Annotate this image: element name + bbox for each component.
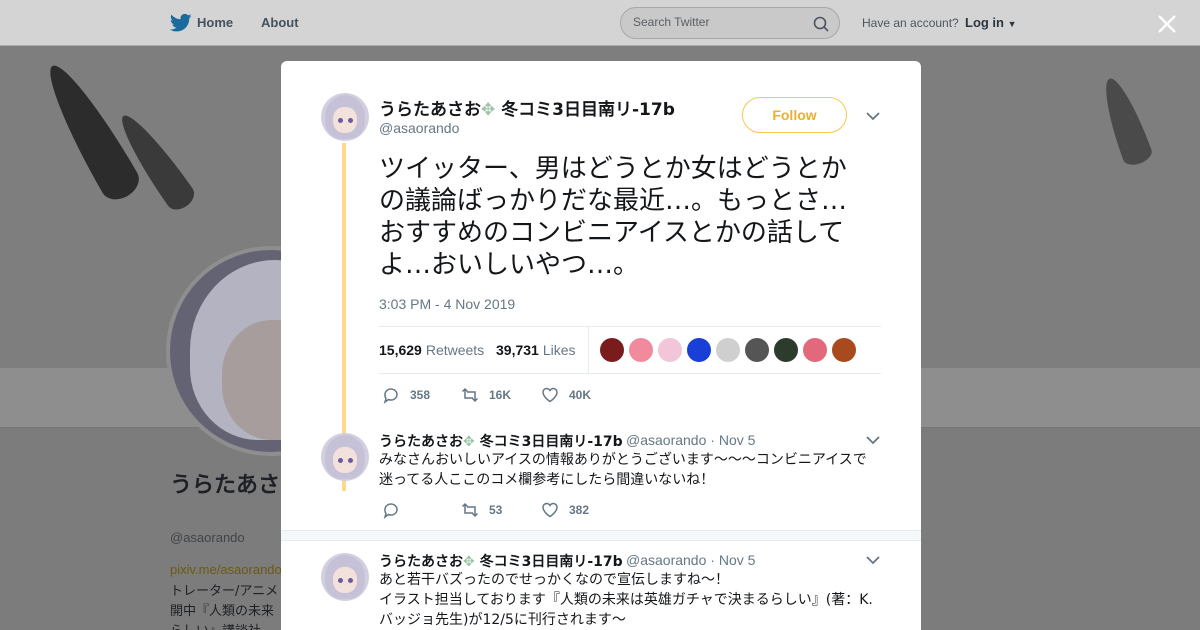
tweet-stats: 15,629 Retweets 39,731 Likes <box>379 326 881 374</box>
retweet-count[interactable]: 53 <box>489 503 502 517</box>
nav-home-link[interactable]: Home <box>197 15 233 30</box>
liker-avatar[interactable] <box>716 338 740 362</box>
likes-stat[interactable]: 39,731 Likes <box>496 342 576 358</box>
reply-meta: @asaorando · Nov 5 <box>626 552 755 568</box>
liker-avatar[interactable] <box>803 338 827 362</box>
reply-author-name-suffix[interactable]: 冬コミ3日目南リ-17b <box>480 434 623 450</box>
avatar-eye <box>348 118 353 123</box>
retweet-count[interactable]: 16K <box>489 388 511 402</box>
search-icon[interactable] <box>813 16 829 32</box>
tweet-timestamp[interactable]: 3:03 PM - 4 Nov 2019 <box>379 296 515 312</box>
avatar-eye <box>338 118 343 123</box>
reply-action[interactable]: 358 <box>382 386 430 404</box>
avatar-eye <box>348 458 353 463</box>
reply-author-name-suffix[interactable]: 冬コミ3日目南リ-17b <box>480 554 623 570</box>
login-link[interactable]: Log in ▼ <box>965 15 1017 30</box>
chevron-down-icon[interactable] <box>866 435 880 445</box>
liker-avatar[interactable] <box>745 338 769 362</box>
retweet-icon[interactable] <box>461 501 479 519</box>
like-action[interactable]: 40K <box>541 386 591 404</box>
author-avatar[interactable] <box>321 93 369 141</box>
liker-avatar[interactable] <box>687 338 711 362</box>
reply-author-name-text[interactable]: うらたあさお <box>379 434 463 450</box>
likes-label[interactable]: Likes <box>543 342 576 358</box>
tweet-text: ツイッター、男はどうとか女はどうとかの議論ばっかりだな最近…。もっとさ…おすすめ… <box>379 154 848 280</box>
retweets-stat[interactable]: 15,629 Retweets <box>379 342 484 358</box>
like-count[interactable]: 382 <box>569 503 589 517</box>
heart-icon[interactable] <box>541 386 559 404</box>
retweets-count[interactable]: 15,629 <box>379 342 422 358</box>
reply-date[interactable]: · Nov 5 <box>710 552 755 568</box>
profile-bio: トレーター/アニメ 開中『人類の未来 らしい』講談社 <box>170 584 279 630</box>
reply-text: みなさんおいしいアイスの情報ありがとうございます～～～コンビニアイスで迷ってる人… <box>379 452 867 488</box>
reply-icon[interactable] <box>382 386 400 404</box>
reply-author-name-text[interactable]: うらたあさお <box>379 554 463 570</box>
login-label[interactable]: Log in <box>965 15 1004 30</box>
heart-icon[interactable] <box>541 501 559 519</box>
reply-meta: @asaorando · Nov 5 <box>626 432 755 448</box>
feather-decoration <box>1095 73 1155 169</box>
avatar-eye <box>338 458 343 463</box>
author-name-text[interactable]: うらたあさお <box>379 100 481 120</box>
close-icon[interactable] <box>1156 13 1178 35</box>
reply-text: あと若干バズったのでせっかくなので宣伝しますね～！ イラスト担当しております『人… <box>379 572 873 628</box>
follow-button[interactable]: Follow <box>742 97 847 133</box>
like-action[interactable]: 382 <box>541 501 589 519</box>
stats-divider <box>588 327 589 373</box>
avatar-eye <box>348 578 353 583</box>
retweets-label[interactable]: Retweets <box>426 342 484 358</box>
tweet-modal: うらたあさお✥ 冬コミ3日目南リ-17b @asaorando Follow ツ… <box>281 61 921 630</box>
caret-down-icon: ▼ <box>1007 19 1017 29</box>
search-input[interactable] <box>633 15 803 29</box>
dragonfly-emoji-icon: ✥ <box>481 100 496 120</box>
account-prompt: Have an account? <box>862 16 959 30</box>
liker-avatar[interactable] <box>629 338 653 362</box>
avatar-eye <box>338 578 343 583</box>
dragonfly-emoji-icon: ✥ <box>463 434 475 450</box>
chevron-down-icon[interactable] <box>866 111 880 121</box>
nav-about-link[interactable]: About <box>261 15 299 30</box>
like-count[interactable]: 40K <box>569 388 591 402</box>
reply-icon[interactable] <box>382 501 400 519</box>
author-name[interactable]: うらたあさお✥ 冬コミ3日目南リ-17b <box>379 95 675 120</box>
reply-action[interactable] <box>382 501 410 519</box>
reply-date[interactable]: · Nov 5 <box>710 432 755 448</box>
avatar-face <box>333 567 357 593</box>
author-name-suffix[interactable]: 冬コミ3日目南リ-17b <box>501 100 675 120</box>
reply-author-handle[interactable]: @asaorando <box>626 552 706 568</box>
retweet-action[interactable]: 53 <box>461 501 502 519</box>
thread-separator <box>281 530 921 541</box>
retweet-action[interactable]: 16K <box>461 386 511 404</box>
avatar-face <box>333 107 357 133</box>
dragonfly-emoji-icon: ✥ <box>463 554 475 570</box>
top-navigation: Home About Have an account? Log in ▼ <box>0 0 1200 46</box>
profile-handle: @asaorando <box>170 530 245 545</box>
twitter-bird-icon[interactable] <box>170 13 192 33</box>
liker-avatar[interactable] <box>600 338 624 362</box>
likes-count[interactable]: 39,731 <box>496 342 539 358</box>
chevron-down-icon[interactable] <box>866 555 880 565</box>
reply-author-name[interactable]: うらたあさお✥ 冬コミ3日目南リ-17b <box>379 551 623 571</box>
avatar-face <box>333 447 357 473</box>
liker-avatar[interactable] <box>658 338 682 362</box>
reply-count[interactable]: 358 <box>410 388 430 402</box>
profile-name: うらたあさお冬コミ3日目南リ-17b <box>170 473 280 498</box>
liker-avatar[interactable] <box>832 338 856 362</box>
reply-author-name[interactable]: うらたあさお✥ 冬コミ3日目南リ-17b <box>379 431 623 451</box>
reply-avatar[interactable] <box>321 433 369 481</box>
reply-avatar[interactable] <box>321 553 369 601</box>
reply-author-handle[interactable]: @asaorando <box>626 432 706 448</box>
retweet-icon[interactable] <box>461 386 479 404</box>
liker-avatar[interactable] <box>774 338 798 362</box>
author-handle[interactable]: @asaorando <box>379 120 459 136</box>
search-box[interactable] <box>620 7 840 39</box>
profile-website-link[interactable]: pixiv.me/asaorando <box>170 562 282 577</box>
